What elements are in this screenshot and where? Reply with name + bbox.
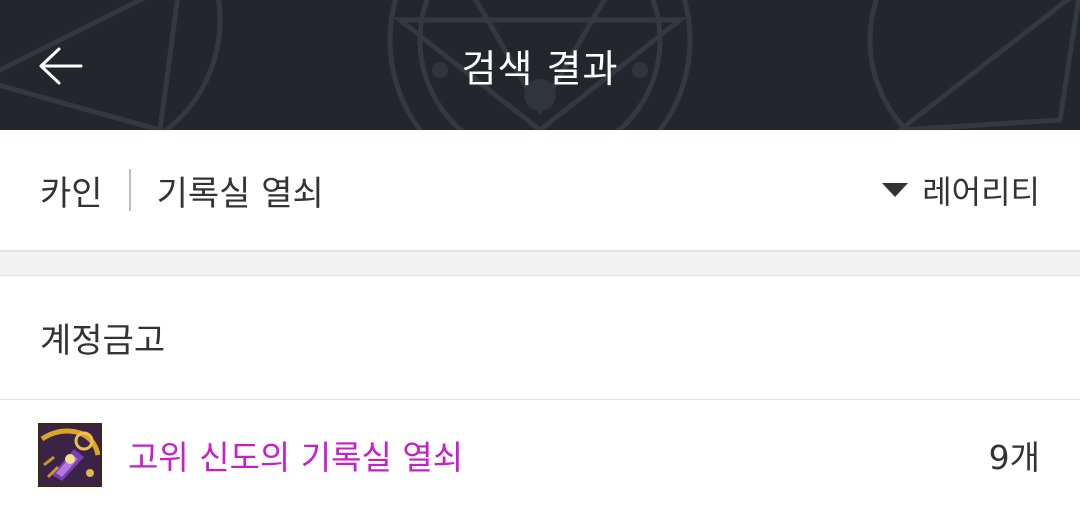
search-filter-bar: 카인 기록실 열쇠 레어리티 <box>0 130 1080 252</box>
arrow-left-icon <box>39 47 83 85</box>
sort-dropdown[interactable]: 레어리티 <box>882 130 1040 250</box>
app-header: 검색 결과 <box>0 0 1080 130</box>
section-header: 계정금고 <box>0 276 1080 400</box>
result-item[interactable]: 고위 신도의 기록실 열쇠 9개 <box>0 400 1080 510</box>
sort-label: 레어리티 <box>922 173 1040 211</box>
item-image <box>40 425 100 485</box>
back-button[interactable] <box>30 36 90 96</box>
key-item-icon <box>38 423 102 487</box>
section-title: 계정금고 <box>40 321 166 361</box>
section-separator <box>0 252 1080 276</box>
search-keyword[interactable]: 기록실 열쇠 <box>157 166 324 215</box>
item-count: 9개 <box>988 438 1040 477</box>
item-name: 고위 신도의 기록실 열쇠 <box>128 438 464 477</box>
filter-divider <box>128 169 131 211</box>
server-filter[interactable]: 카인 <box>40 166 103 215</box>
header-background-pattern <box>0 0 1080 130</box>
caret-down-icon <box>882 183 909 197</box>
